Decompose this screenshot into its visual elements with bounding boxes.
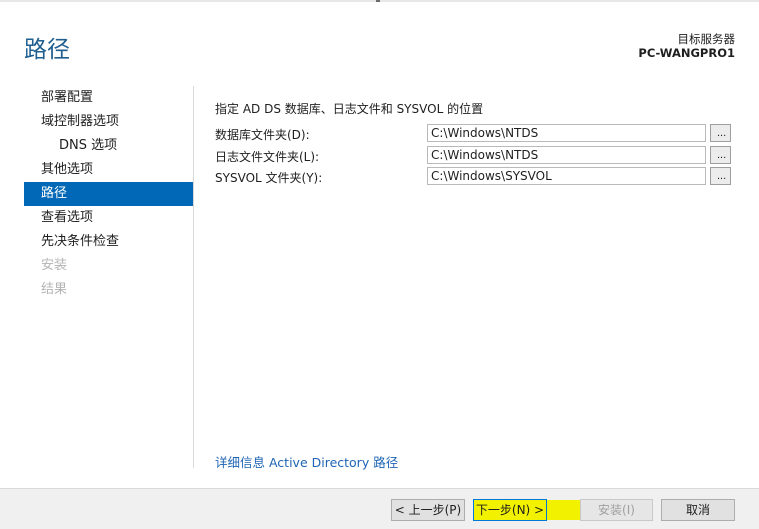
page-title: 路径 — [24, 37, 70, 63]
yellow-highlight-mark — [543, 500, 585, 520]
database-folder-input[interactable] — [427, 124, 706, 142]
database-folder-label: 数据库文件夹(D): — [215, 128, 310, 142]
nav-item-deployment-config[interactable]: 部署配置 — [24, 86, 193, 110]
nav-item-review-options[interactable]: 查看选项 — [24, 206, 193, 230]
nav-item-additional-options[interactable]: 其他选项 — [24, 158, 193, 182]
window-top-marker — [376, 0, 380, 2]
nav-item-paths[interactable]: 路径 — [24, 182, 193, 206]
nav-item-dc-options[interactable]: 域控制器选项 — [24, 110, 193, 134]
sysvol-folder-browse-button[interactable]: ... — [710, 167, 731, 185]
nav-item-installation: 安装 — [41, 258, 68, 273]
more-about-paths-link[interactable]: 详细信息 Active Directory 路径 — [215, 452, 398, 471]
sysvol-folder-input[interactable] — [427, 167, 706, 185]
previous-button[interactable]: < 上一步(P) — [391, 499, 465, 521]
nav-item-dns-options[interactable]: DNS 选项 — [24, 134, 193, 158]
nav-item-prerequisites-check[interactable]: 先决条件检查 — [24, 230, 193, 254]
cancel-button[interactable]: 取消 — [661, 499, 735, 521]
next-button[interactable]: 下一步(N) > — [473, 499, 547, 521]
database-folder-browse-button[interactable]: ... — [710, 124, 731, 142]
target-server-name: PC-WANGPRO1 — [638, 46, 735, 60]
target-server-label: 目标服务器 — [677, 32, 736, 46]
paths-heading: 指定 AD DS 数据库、日志文件和 SYSVOL 的位置 — [215, 102, 484, 116]
wizard-nav: 部署配置 域控制器选项 DNS 选项 其他选项 路径 查看选项 先决条件检查 安… — [24, 86, 193, 302]
nav-item-results: 结果 — [41, 282, 68, 297]
log-folder-label: 日志文件文件夹(L): — [215, 150, 320, 164]
sysvol-folder-label: SYSVOL 文件夹(Y): — [215, 171, 323, 185]
log-folder-input[interactable] — [427, 146, 706, 164]
log-folder-browse-button[interactable]: ... — [710, 146, 731, 164]
install-button: 安装(I) — [580, 499, 653, 521]
nav-divider — [193, 86, 194, 468]
